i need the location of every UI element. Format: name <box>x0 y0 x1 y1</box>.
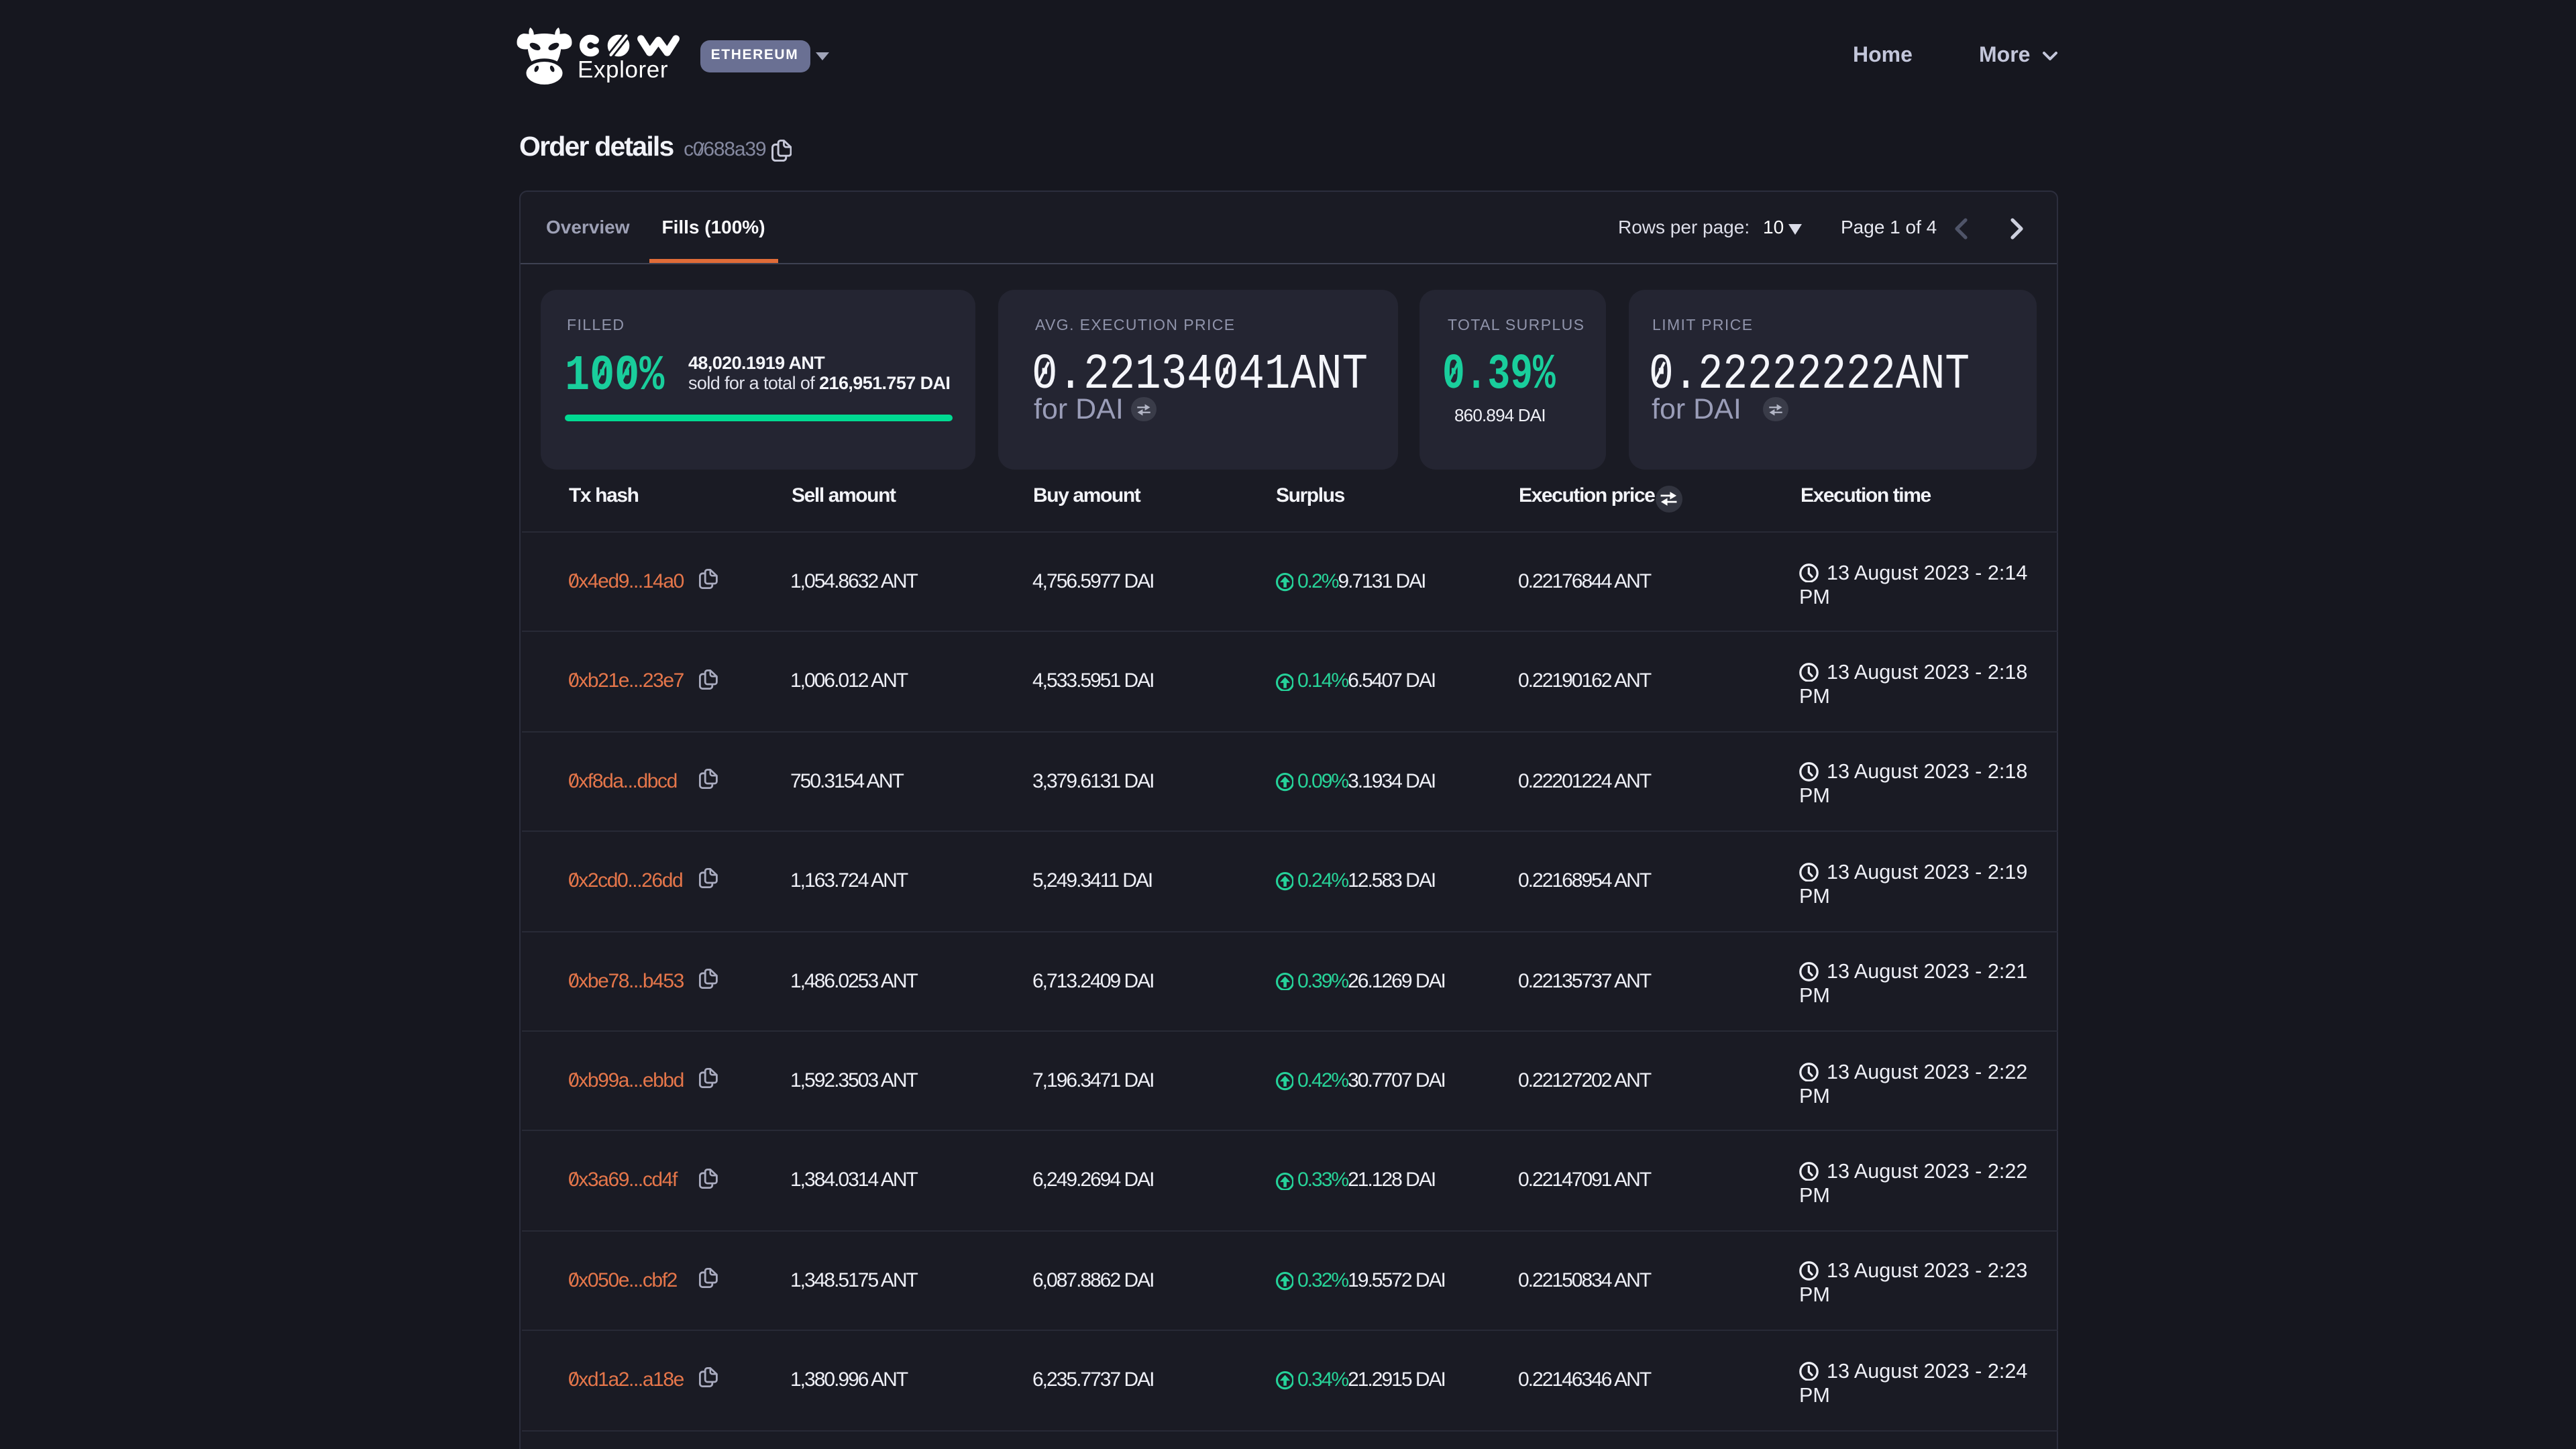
svg-text:Explorer: Explorer <box>578 57 668 83</box>
